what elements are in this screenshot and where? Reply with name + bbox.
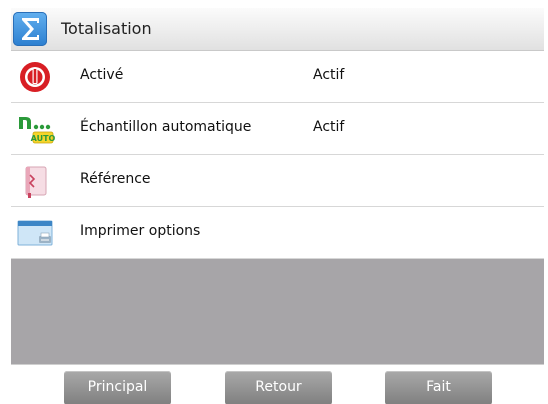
menu-item-print-options[interactable]: Imprimer options: [11, 207, 544, 259]
menu-item-value: Actif: [313, 67, 345, 83]
settings-menu: Activé Actif AUTO Échantillon automatiqu…: [11, 51, 544, 259]
auto-sample-icon: AUTO: [17, 111, 56, 147]
menu-item-active[interactable]: Activé Actif: [11, 51, 544, 103]
menu-item-value: Actif: [313, 119, 345, 135]
menu-item-reference[interactable]: Référence: [11, 155, 544, 207]
auto-badge-text: AUTO: [31, 134, 55, 143]
menu-item-label: Référence: [80, 171, 151, 187]
screen: Totalisation Activé Actif AUTO Échantill…: [11, 8, 544, 404]
menu-item-label: Imprimer options: [80, 223, 201, 239]
menu-item-label: Activé: [80, 67, 124, 83]
power-icon: [17, 59, 53, 95]
reference-book-icon: [17, 163, 53, 199]
bottom-nav-bar: Principal Retour Fait: [11, 364, 544, 404]
retour-button[interactable]: Retour: [225, 371, 332, 404]
menu-item-auto-sample[interactable]: AUTO Échantillon automatique Actif: [11, 103, 544, 155]
sigma-icon: [13, 12, 47, 46]
fait-button[interactable]: Fait: [385, 371, 492, 404]
menu-item-label: Échantillon automatique: [80, 119, 252, 135]
page-title: Totalisation: [61, 19, 152, 38]
print-options-icon: [17, 215, 53, 251]
title-bar: Totalisation: [11, 8, 544, 51]
principal-button[interactable]: Principal: [64, 371, 171, 404]
